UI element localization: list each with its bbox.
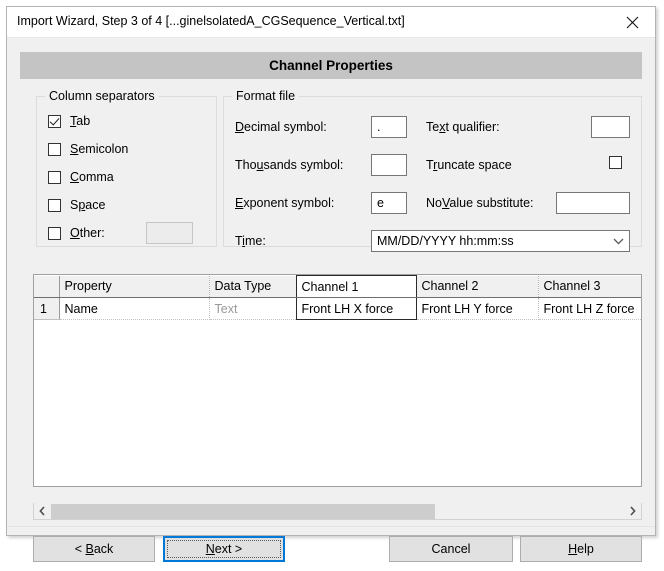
title-bar: Import Wizard, Step 3 of 4 [...ginelsola… bbox=[7, 7, 655, 38]
time-format-combobox[interactable]: MM/DD/YYYY hh:mm:ss bbox=[371, 230, 630, 252]
next-button-label: Next > bbox=[205, 542, 243, 556]
close-icon[interactable] bbox=[610, 7, 655, 37]
checkbox-comma-label: Comma bbox=[70, 170, 114, 184]
thousands-symbol-input[interactable] bbox=[371, 154, 407, 176]
grid-cell-property[interactable]: Name bbox=[59, 297, 210, 320]
checkbox-space-label: Space bbox=[70, 198, 106, 212]
table-row[interactable]: 1 Name Text Front LH X force Front LH Y … bbox=[34, 297, 641, 320]
time-format-label: Time: bbox=[235, 234, 266, 248]
grid-row-number[interactable]: 1 bbox=[34, 297, 60, 320]
time-format-value: MM/DD/YYYY hh:mm:ss bbox=[377, 234, 514, 248]
checkbox-space-box[interactable] bbox=[48, 198, 61, 212]
grid-col-header-property[interactable]: Property bbox=[59, 275, 210, 298]
grid-header: Property Data Type Channel 1 Channel 2 C… bbox=[34, 275, 641, 298]
chevron-left-icon[interactable] bbox=[34, 504, 51, 519]
checkbox-truncate-space[interactable] bbox=[609, 156, 622, 169]
dialog-button-bar: < Back Next > Cancel Help bbox=[7, 526, 655, 571]
exponent-symbol-label: Exponent symbol: bbox=[235, 196, 335, 210]
next-button[interactable]: Next > bbox=[163, 536, 285, 562]
checkbox-other[interactable]: Other: bbox=[48, 225, 105, 241]
chevron-left-glyph bbox=[39, 506, 45, 516]
help-button-label: Help bbox=[568, 542, 594, 556]
button-bar-divider bbox=[7, 526, 655, 527]
grid-corner-cell[interactable] bbox=[34, 275, 60, 298]
dialog-body: Channel Properties Column separators Tab… bbox=[7, 38, 655, 562]
novalue-substitute-label: NoValue substitute: bbox=[426, 196, 534, 210]
close-glyph bbox=[626, 16, 639, 28]
cancel-button-label: Cancel bbox=[431, 542, 471, 556]
checkbox-semicolon-box[interactable] bbox=[48, 142, 61, 156]
section-banner: Channel Properties bbox=[20, 52, 642, 79]
novalue-substitute-input[interactable] bbox=[556, 192, 630, 214]
cancel-button[interactable]: Cancel bbox=[389, 536, 513, 562]
text-qualifier-input[interactable] bbox=[591, 116, 630, 138]
grid-cell-data-type[interactable]: Text bbox=[209, 297, 297, 320]
horizontal-scrollbar[interactable] bbox=[33, 503, 642, 520]
format-file-group: Format file Decimal symbol: Text qualifi… bbox=[223, 89, 642, 252]
checkbox-tab[interactable]: Tab bbox=[48, 113, 90, 129]
text-qualifier-label: Text qualifier: bbox=[426, 120, 500, 134]
format-file-group-title: Format file bbox=[232, 89, 300, 103]
back-button-label: < Back bbox=[74, 542, 114, 556]
help-button[interactable]: Help bbox=[520, 536, 642, 562]
grid-col-header-channel-2[interactable]: Channel 2 bbox=[416, 275, 539, 298]
scrollbar-track[interactable] bbox=[51, 503, 624, 519]
truncate-space-label: Truncate space bbox=[426, 158, 512, 172]
grid-cell-channel-1[interactable]: Front LH X force bbox=[295, 297, 417, 320]
checkbox-space[interactable]: Space bbox=[48, 197, 105, 213]
checkbox-semicolon-label: Semicolon bbox=[70, 142, 129, 156]
checkbox-tab-label: Tab bbox=[70, 114, 91, 128]
grid-col-header-channel-3[interactable]: Channel 3 bbox=[538, 275, 641, 298]
column-separators-group: Column separators Tab Semicolon Comma Sp… bbox=[36, 89, 217, 247]
chevron-down-icon[interactable] bbox=[607, 238, 629, 245]
grid-body: 1 Name Text Front LH X force Front LH Y … bbox=[34, 297, 641, 320]
banner-title: Channel Properties bbox=[269, 58, 393, 73]
checkbox-other-label: Other: bbox=[70, 226, 105, 240]
decimal-symbol-input[interactable] bbox=[371, 116, 407, 138]
column-separators-group-title: Column separators bbox=[45, 89, 159, 103]
grid-cell-channel-2[interactable]: Front LH Y force bbox=[416, 297, 539, 320]
checkbox-semicolon[interactable]: Semicolon bbox=[48, 141, 128, 157]
checkbox-comma-box[interactable] bbox=[48, 170, 61, 184]
checkbox-tab-box[interactable] bbox=[48, 114, 61, 128]
grid-cell-channel-3[interactable]: Front LH Z force bbox=[538, 297, 641, 320]
back-button[interactable]: < Back bbox=[33, 536, 155, 562]
grid-col-header-channel-1[interactable]: Channel 1 bbox=[295, 275, 417, 298]
scrollbar-thumb[interactable] bbox=[51, 503, 435, 519]
grid-col-header-data-type[interactable]: Data Type bbox=[209, 275, 297, 298]
exponent-symbol-input[interactable] bbox=[371, 192, 407, 214]
grid-header-row: Property Data Type Channel 1 Channel 2 C… bbox=[34, 275, 641, 298]
channel-properties-table[interactable]: Property Data Type Channel 1 Channel 2 C… bbox=[33, 274, 642, 487]
chevron-down-glyph bbox=[613, 238, 623, 245]
chevron-right-icon[interactable] bbox=[624, 504, 641, 519]
window-title: Import Wizard, Step 3 of 4 [...ginelsola… bbox=[17, 14, 405, 28]
decimal-symbol-label: Decimal symbol: bbox=[235, 120, 327, 134]
import-wizard-dialog: Import Wizard, Step 3 of 4 [...ginelsola… bbox=[6, 6, 656, 562]
other-separator-input[interactable] bbox=[146, 222, 193, 244]
chevron-right-glyph bbox=[630, 506, 636, 516]
grid: Property Data Type Channel 1 Channel 2 C… bbox=[34, 275, 641, 320]
thousands-symbol-label: Thousands symbol: bbox=[235, 158, 344, 172]
checkbox-other-box[interactable] bbox=[48, 226, 61, 240]
checkbox-comma[interactable]: Comma bbox=[48, 169, 114, 185]
